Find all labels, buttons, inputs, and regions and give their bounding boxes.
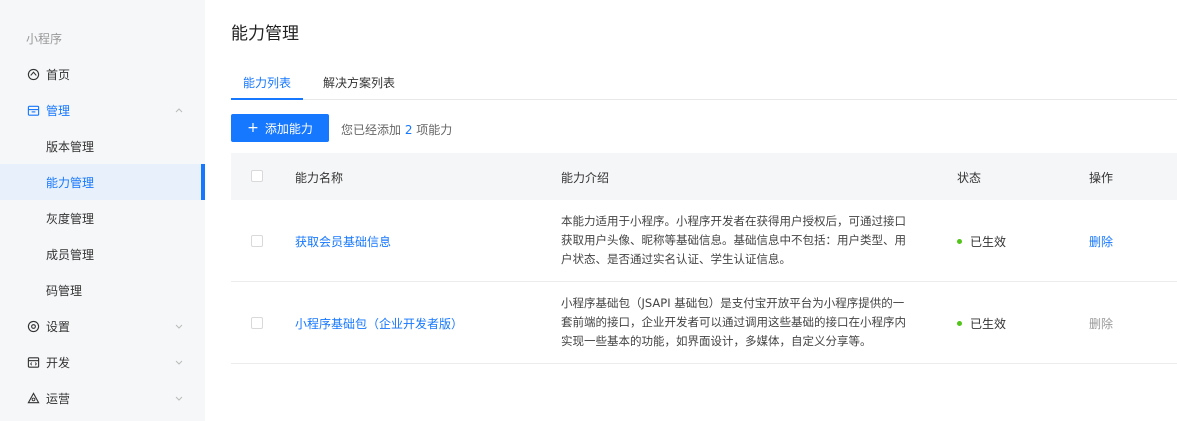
sidebar: 小程序 首页 管理 版本管理 能力管理 灰度管理 成员管理 码管理 设置 开发 [0, 0, 205, 421]
status-dot-icon [957, 321, 962, 326]
table-row: 小程序基础包（企业开发者版） 小程序基础包（JSAPI 基础包）是支付宝开放平台… [231, 282, 1177, 364]
manage-icon [26, 103, 40, 117]
chevron-down-icon [175, 360, 183, 365]
sidebar-item-dev[interactable]: 开发 [0, 344, 205, 380]
row-checkbox[interactable] [251, 317, 263, 329]
sidebar-subitem-label: 版本管理 [46, 139, 95, 154]
sidebar-item-home[interactable]: 首页 [0, 56, 205, 92]
capability-description: 小程序基础包（JSAPI 基础包）是支付宝开放平台为小程序提供的一 套前端的接口… [561, 294, 931, 351]
main-content: 能力管理 能力列表 解决方案列表 + 添加能力 您已经添加 2 项能力 能力名称… [205, 0, 1177, 421]
sidebar-subitem-capability[interactable]: 能力管理 [0, 164, 205, 200]
column-header-action: 操作 [1089, 171, 1114, 185]
status-label: 已生效 [970, 235, 1007, 249]
description-line: 实现一些基本的功能，如界面设计，多媒体，自定义分享等。 [561, 334, 872, 348]
status-badge: 已生效 [957, 233, 1006, 250]
status-badge: 已生效 [957, 315, 1006, 332]
row-checkbox[interactable] [251, 235, 263, 247]
select-all-checkbox[interactable] [251, 170, 263, 182]
added-suffix: 项能力 [412, 123, 453, 137]
add-capability-label: 添加能力 [264, 121, 313, 136]
column-header-status: 状态 [957, 171, 982, 185]
table-header: 能力名称 能力介绍 状态 操作 [231, 153, 1177, 200]
sidebar-subitem-grayscale[interactable]: 灰度管理 [0, 200, 205, 236]
operate-icon [26, 391, 40, 405]
sidebar-item-label: 管理 [46, 103, 71, 118]
description-line: 本能力适用于小程序。小程序开发者在获得用户授权后，可通过接口 [561, 214, 906, 228]
sidebar-subitem-label: 成员管理 [46, 247, 95, 262]
dev-icon [26, 355, 40, 369]
sidebar-item-settings[interactable]: 设置 [0, 308, 205, 344]
capability-name-link[interactable]: 获取会员基础信息 [295, 233, 391, 250]
sidebar-item-label: 开发 [46, 355, 71, 370]
tab-bar: 能力列表 解决方案列表 [231, 68, 1177, 100]
sidebar-item-label: 首页 [46, 67, 71, 82]
sidebar-item-label: 运营 [46, 391, 71, 406]
sidebar-subitem-code[interactable]: 码管理 [0, 272, 205, 308]
tab-active-indicator [231, 98, 303, 100]
column-header-name: 能力名称 [295, 171, 344, 185]
delete-link-disabled[interactable]: 删除 [1089, 315, 1113, 332]
home-icon [26, 67, 40, 81]
sidebar-subitem-members[interactable]: 成员管理 [0, 236, 205, 272]
sidebar-item-manage[interactable]: 管理 [0, 92, 205, 128]
tab-solution-list[interactable]: 解决方案列表 [323, 74, 395, 91]
sidebar-subitem-label: 灰度管理 [46, 211, 95, 226]
capability-description: 本能力适用于小程序。小程序开发者在获得用户授权后，可通过接口 获取用户头像、昵称… [561, 212, 931, 269]
page-title: 能力管理 [231, 24, 299, 44]
sidebar-subitem-label: 能力管理 [46, 175, 95, 190]
status-label: 已生效 [970, 317, 1007, 331]
status-dot-icon [957, 239, 962, 244]
plus-icon: + [247, 120, 259, 136]
capability-name-link[interactable]: 小程序基础包（企业开发者版） [295, 315, 463, 332]
description-line: 小程序基础包（JSAPI 基础包）是支付宝开放平台为小程序提供的一 [561, 296, 905, 310]
sidebar-title: 小程序 [26, 32, 63, 46]
chevron-up-icon [175, 108, 183, 113]
description-line: 套前端的接口，企业开发者可以通过调用这些基础的接口在小程序内 [561, 315, 906, 329]
sidebar-subitem-version[interactable]: 版本管理 [0, 128, 205, 164]
sidebar-subitem-label: 码管理 [46, 283, 83, 298]
table-row: 获取会员基础信息 本能力适用于小程序。小程序开发者在获得用户授权后，可通过接口 … [231, 200, 1177, 282]
delete-link[interactable]: 删除 [1089, 233, 1113, 250]
sidebar-item-operate[interactable]: 运营 [0, 380, 205, 416]
tab-capability-list[interactable]: 能力列表 [243, 74, 291, 91]
capability-table: 能力名称 能力介绍 状态 操作 获取会员基础信息 本能力适用于小程序。小程序开发… [231, 153, 1177, 364]
added-prefix: 您已经添加 [341, 123, 405, 137]
description-line: 户状态、是否通过实名认证、学生认证信息。 [561, 252, 791, 266]
chevron-down-icon [175, 324, 183, 329]
chevron-down-icon [175, 396, 183, 401]
settings-icon [26, 319, 40, 333]
column-header-desc: 能力介绍 [561, 171, 610, 185]
added-count-text: 您已经添加 2 项能力 [341, 121, 452, 138]
description-line: 获取用户头像、昵称等基础信息。基础信息中不包括：用户类型、用 [561, 233, 906, 247]
add-capability-button[interactable]: + 添加能力 [231, 114, 329, 142]
sidebar-item-label: 设置 [46, 319, 71, 334]
